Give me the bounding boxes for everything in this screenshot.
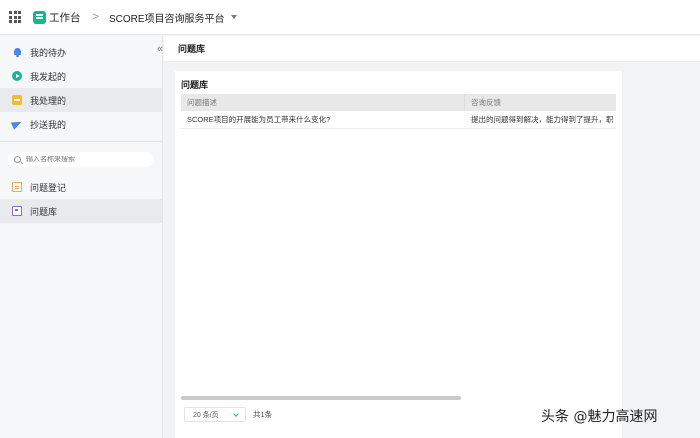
page-size-value: 20 条/页 — [193, 411, 219, 419]
sidebar-divider — [0, 141, 162, 142]
table-row[interactable]: SCORE项目的开展能为员工带来什么变化? 提出的问题得到解决，能力得到了提升，… — [181, 111, 616, 129]
play-circle-icon — [12, 71, 22, 81]
sidebar-item-my-todo[interactable]: 我的待办 — [0, 40, 162, 64]
board-icon — [12, 206, 22, 216]
search-input[interactable] — [26, 156, 146, 163]
workbench-logo-icon — [33, 10, 46, 24]
app-grid-icon[interactable] — [0, 0, 30, 35]
issue-library-panel: 问题库 问题描述 咨询反馈 SCORE项目的开展能为员工带来什么变化? 提出的问… — [175, 71, 622, 438]
sidebar-item-initiated[interactable]: 我发起的 — [0, 64, 162, 88]
inbox-icon — [12, 95, 22, 105]
send-icon — [10, 118, 24, 130]
platform-selector[interactable]: SCORE项目咨询服务平台 — [109, 10, 225, 25]
caret-down-icon[interactable] — [230, 15, 237, 19]
sidebar-item-cc[interactable]: 抄送我的 — [0, 112, 162, 136]
sidebar-item-label: 我处理的 — [30, 95, 67, 106]
page-size-select[interactable]: 20 条/页 — [184, 407, 246, 422]
panel-title: 问题库 — [181, 80, 209, 90]
issue-table: 问题描述 咨询反馈 SCORE项目的开展能为员工带来什么变化? 提出的问题得到解… — [181, 94, 616, 129]
app-title[interactable]: 工作台 — [49, 10, 81, 25]
search-icon — [14, 156, 21, 163]
breadcrumb-separator: > — [92, 11, 99, 23]
table-header: 问题描述 咨询反馈 — [181, 94, 616, 111]
sidebar-item-issue-register[interactable]: 问题登记 — [0, 175, 162, 199]
cell-feedback: 提出的问题得到解决，能力得到了提升，职 — [471, 115, 614, 124]
sidebar-item-label: 问题登记 — [30, 182, 67, 193]
cell-description: SCORE项目的开展能为员工带来什么变化? — [187, 115, 331, 124]
sidebar-item-label: 我的待办 — [30, 47, 67, 58]
pagination: 20 条/页 共1条 — [184, 407, 272, 422]
column-header-description[interactable]: 问题描述 — [181, 94, 465, 111]
sidebar-item-label: 我发起的 — [30, 71, 67, 82]
sidebar-item-label: 抄送我的 — [30, 119, 67, 130]
sidebar-item-issue-library[interactable]: 问题库 — [0, 199, 162, 223]
sidebar: 我的待办 我发起的 我处理的 抄送我的 问题登记 问题库 — [0, 36, 163, 438]
document-icon — [12, 182, 22, 192]
page-title: 问题库 — [164, 36, 700, 62]
sidebar-item-label: 问题库 — [30, 206, 58, 217]
watermark: 头条 @魅力高速网 — [541, 409, 658, 425]
sidebar-item-handled[interactable]: 我处理的 — [0, 88, 162, 112]
horizontal-scrollbar[interactable] — [181, 396, 461, 400]
column-header-feedback[interactable]: 咨询反馈 — [465, 94, 616, 111]
collapse-sidebar-icon[interactable]: « — [157, 43, 163, 55]
chevron-down-icon — [233, 411, 239, 417]
bell-icon — [12, 47, 22, 57]
total-count: 共1条 — [253, 410, 273, 419]
top-bar: 工作台 > SCORE项目咨询服务平台 — [0, 0, 700, 35]
sidebar-search[interactable] — [8, 152, 153, 167]
